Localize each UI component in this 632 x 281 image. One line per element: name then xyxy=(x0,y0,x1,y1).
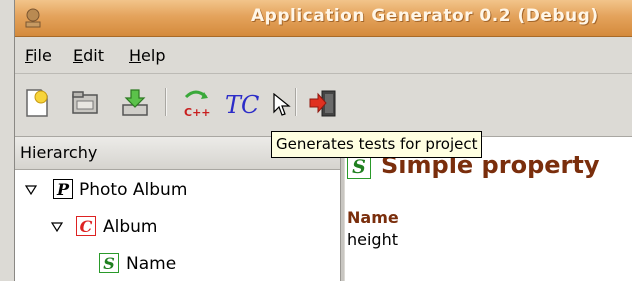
save-project-icon[interactable] xyxy=(119,87,151,119)
exit-icon[interactable] xyxy=(307,87,339,119)
mouse-cursor-icon xyxy=(273,93,291,116)
tree-row-name[interactable]: S Name xyxy=(15,252,340,278)
hierarchy-panel: Hierarchy P Photo Album C Album S Name xyxy=(15,137,341,281)
cpp-label: C++ xyxy=(184,106,211,119)
toolbar-separator xyxy=(295,88,297,116)
name-field-value[interactable]: height xyxy=(347,230,398,249)
class-badge-icon: C xyxy=(76,216,96,236)
menu-help-mnemonic: H xyxy=(129,46,142,65)
tree-row-photo-album[interactable]: P Photo Album xyxy=(15,178,340,204)
expander-expanded-icon[interactable] xyxy=(51,221,63,233)
menu-edit-mnemonic: E xyxy=(73,46,84,65)
menu-help[interactable]: Help xyxy=(127,46,167,65)
window-title: Application Generator 0.2 (Debug) xyxy=(251,6,599,26)
generate-cpp-icon[interactable]: C++ xyxy=(180,87,212,119)
tree-row-album[interactable]: C Album xyxy=(15,215,340,241)
menu-edit-label: dit xyxy=(83,46,104,65)
menu-file-mnemonic: F xyxy=(25,46,34,65)
application-window: Application Generator 0.2 (Debug) File E… xyxy=(14,0,632,281)
title-bar[interactable]: Application Generator 0.2 (Debug) xyxy=(15,0,632,37)
tree-label: Name xyxy=(126,254,177,274)
toolbar-tooltip: Generates tests for project xyxy=(271,131,483,158)
expander-expanded-icon[interactable] xyxy=(25,184,37,196)
name-field-label: Name xyxy=(347,208,399,227)
project-badge-icon: P xyxy=(53,179,73,199)
open-project-icon[interactable] xyxy=(69,87,101,119)
menu-file[interactable]: File xyxy=(23,46,54,65)
toolbar: C++ TC xyxy=(15,74,632,137)
menu-help-label: elp xyxy=(141,46,166,65)
menu-edit[interactable]: Edit xyxy=(71,46,106,65)
tree-label: Album xyxy=(103,217,158,237)
simple-property-badge-icon: S xyxy=(347,155,371,179)
tree-label: Photo Album xyxy=(79,180,188,200)
tests-label: TC xyxy=(225,91,259,119)
simple-property-badge-icon: S xyxy=(99,253,119,273)
new-project-icon[interactable] xyxy=(21,87,53,119)
menu-file-label: ile xyxy=(33,46,52,65)
pane-splitter[interactable] xyxy=(341,137,344,281)
hierarchy-header-label: Hierarchy xyxy=(20,143,98,162)
app-logo-icon[interactable] xyxy=(21,6,45,30)
generate-tests-icon[interactable]: TC xyxy=(223,87,265,119)
menu-bar: File Edit Help xyxy=(15,37,632,74)
toolbar-separator xyxy=(165,88,167,116)
property-panel: S Simple property Name height xyxy=(345,137,632,281)
